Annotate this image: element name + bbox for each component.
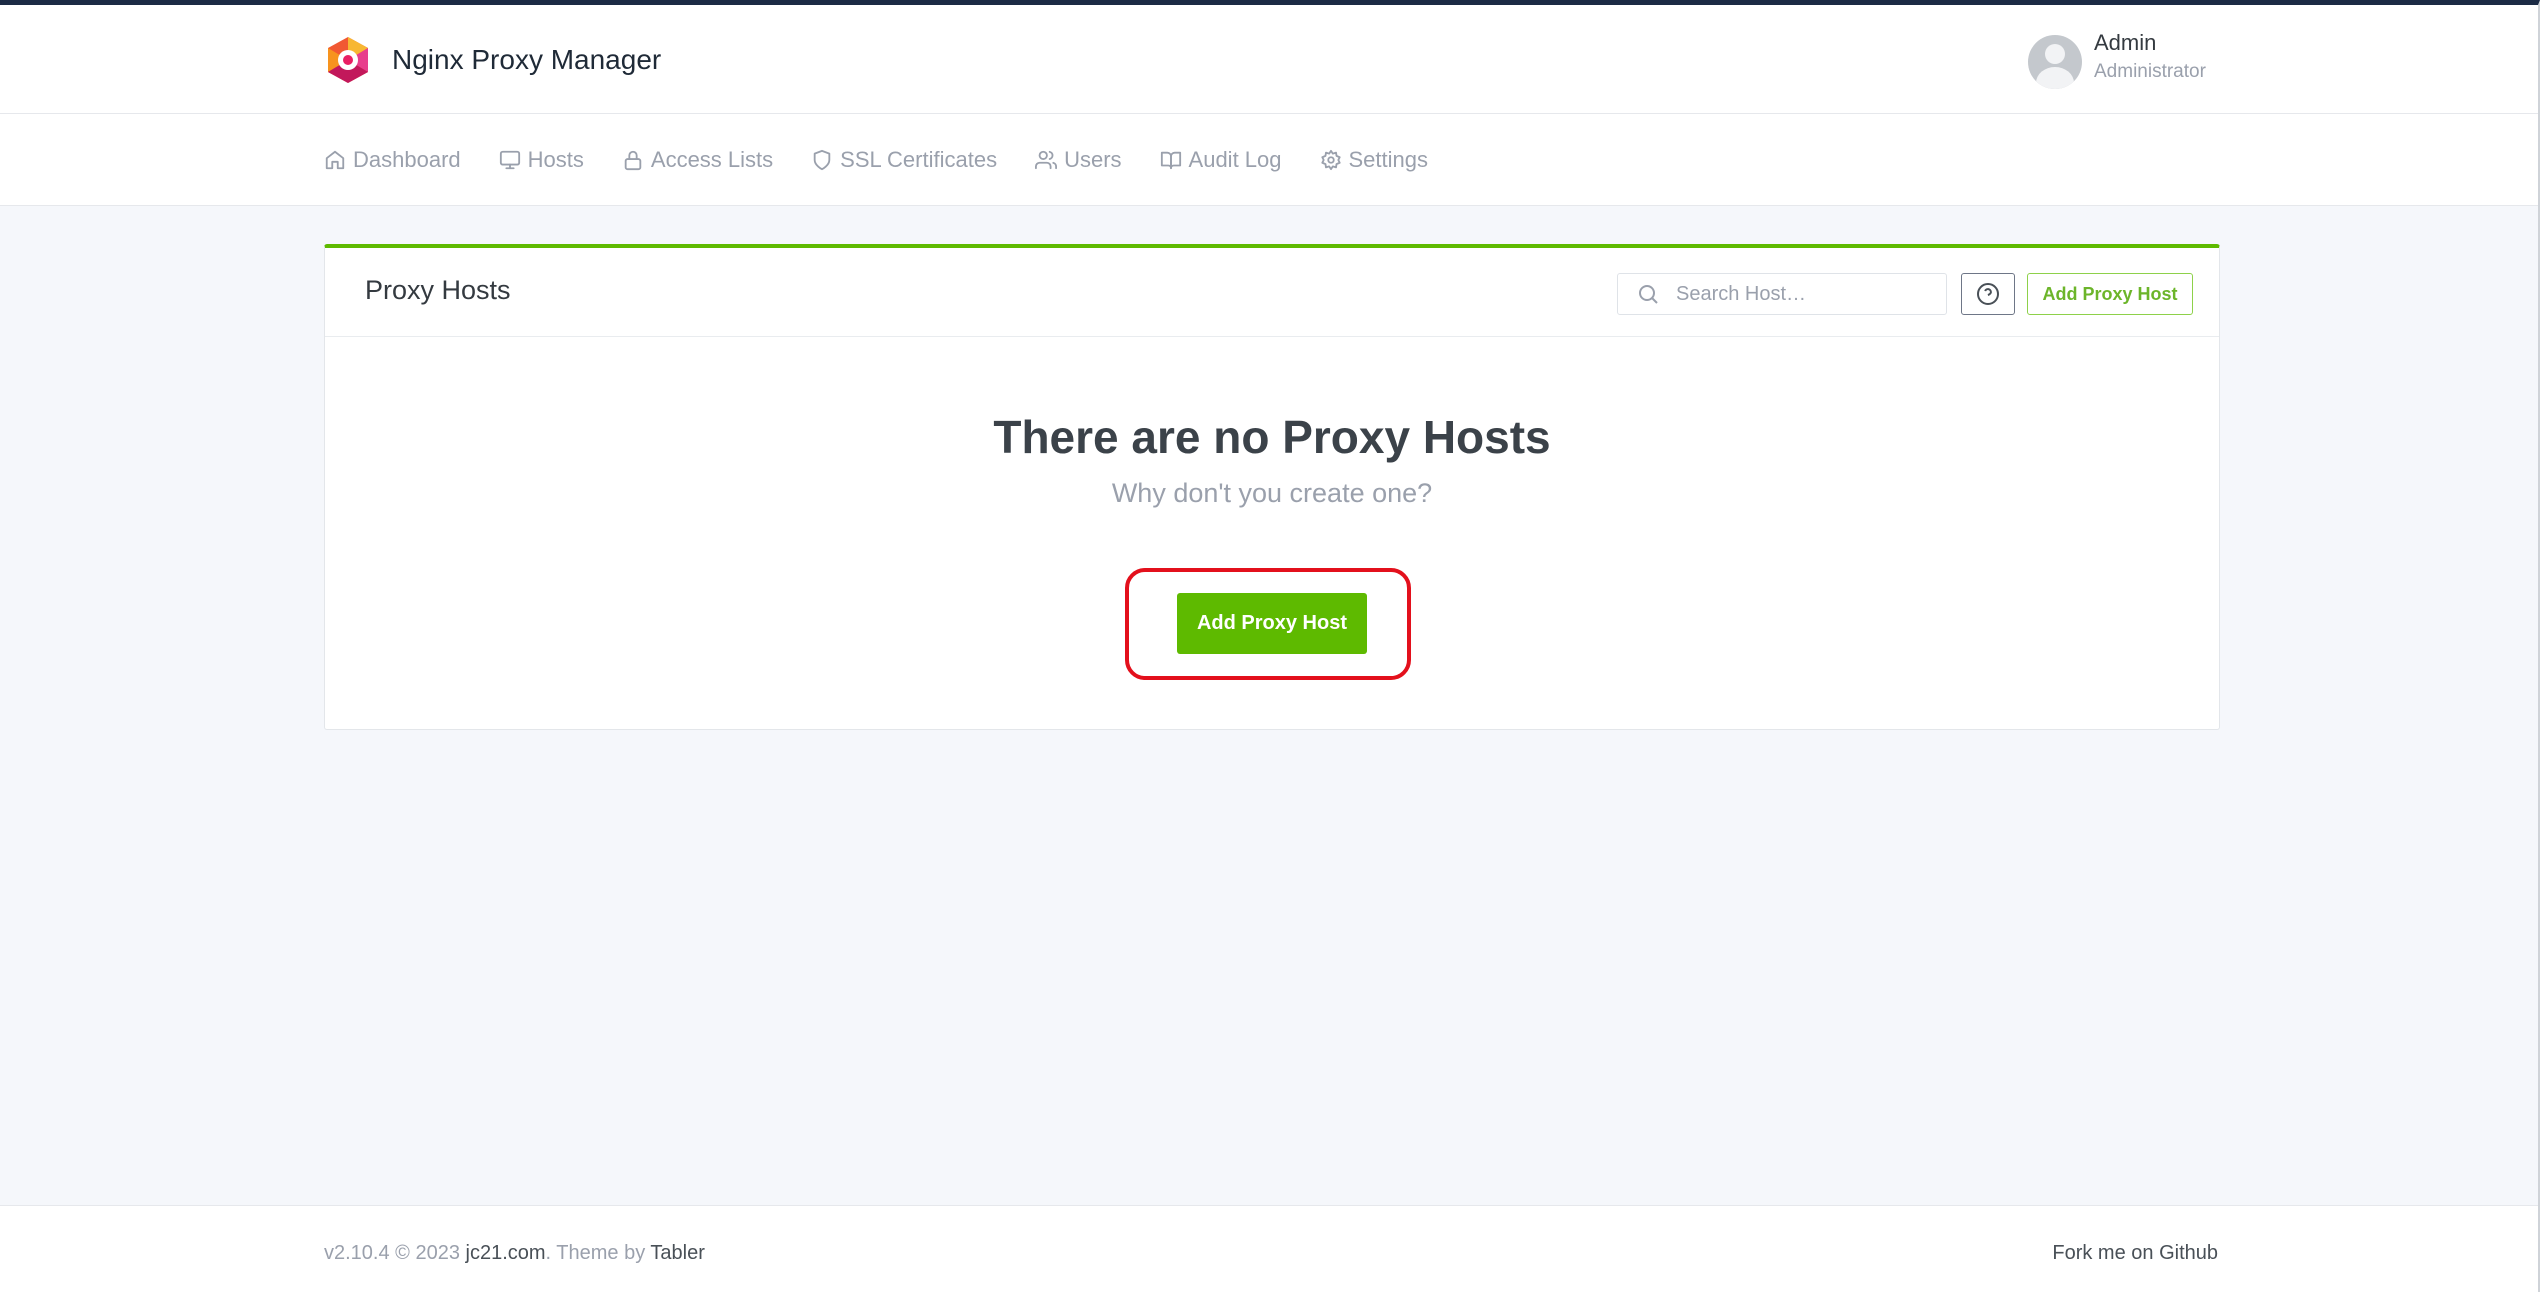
add-proxy-host-button[interactable]: Add Proxy Host: [1177, 593, 1367, 654]
book-icon: [1160, 151, 1181, 170]
theme-link[interactable]: Tabler: [650, 1242, 704, 1264]
help-button[interactable]: [1961, 273, 2015, 315]
card-title: Proxy Hosts: [365, 275, 511, 305]
nav-item-label: Dashboard: [353, 147, 461, 172]
nav-item-settings[interactable]: Settings: [1320, 147, 1429, 173]
theme-text: . Theme by: [545, 1242, 651, 1264]
main-nav: Dashboard Hosts Access Lists SSL Certifi…: [0, 114, 2538, 206]
nav-item-label: Hosts: [527, 147, 584, 172]
proxy-hosts-card: Proxy Hosts Add Proxy Host There are no …: [324, 244, 2220, 730]
home-icon: [325, 150, 345, 170]
help-circle-icon: [1977, 283, 1999, 305]
nav-item-label: Access Lists: [650, 147, 774, 172]
nav-item-audit-log[interactable]: Audit Log: [1160, 147, 1282, 173]
header-add-proxy-host-button[interactable]: Add Proxy Host: [2027, 273, 2193, 315]
footer-left: v2.10.4 © 2023 jc21.com. Theme by Tabler: [324, 1242, 705, 1265]
empty-state-title: There are no Proxy Hosts: [993, 411, 1551, 463]
version-text: v2.10.4 © 2023: [324, 1242, 466, 1264]
nav-item-dashboard[interactable]: Dashboard: [324, 147, 461, 173]
nav-item-ssl-certificates[interactable]: SSL Certificates: [811, 147, 997, 173]
brand[interactable]: Nginx Proxy Manager: [324, 35, 661, 85]
user-role: Administrator: [2094, 61, 2206, 82]
gear-icon: [1320, 149, 1341, 171]
search-icon: [1639, 285, 1658, 304]
shield-icon: [813, 149, 831, 171]
user-name: Admin: [2094, 30, 2157, 55]
nav-item-label: SSL Certificates: [840, 147, 998, 172]
users-icon: [1035, 150, 1058, 170]
nav-item-label: Audit Log: [1188, 147, 1282, 172]
lock-icon: [624, 150, 642, 171]
app-viewport: Nginx Proxy Manager Admin Administrator …: [0, 0, 2540, 1292]
brand-name: Nginx Proxy Manager: [392, 44, 662, 75]
company-link[interactable]: jc21.com: [466, 1242, 546, 1264]
github-link[interactable]: Fork me on Github: [2052, 1242, 2218, 1265]
top-header: Nginx Proxy Manager Admin Administrator: [0, 5, 2538, 114]
nav-item-hosts[interactable]: Hosts: [499, 147, 584, 173]
footer: v2.10.4 © 2023 jc21.com. Theme by Tabler…: [0, 1205, 2538, 1292]
avatar: [2028, 35, 2082, 89]
empty-state-subtitle: Why don't you create one?: [1111, 478, 1433, 508]
monitor-icon: [499, 150, 520, 170]
nginx-proxy-manager-logo: [328, 37, 368, 83]
nav-item-users[interactable]: Users: [1035, 147, 1122, 173]
nav-item-access-lists[interactable]: Access Lists: [622, 147, 773, 173]
search-box[interactable]: [1617, 273, 1947, 315]
nav-item-label: Users: [1064, 147, 1122, 172]
nav-item-label: Settings: [1348, 147, 1429, 172]
card-header: Proxy Hosts Add Proxy Host: [325, 248, 2219, 337]
search-input[interactable]: [1676, 282, 1926, 306]
user-menu[interactable]: Admin Administrator: [2028, 29, 2206, 89]
